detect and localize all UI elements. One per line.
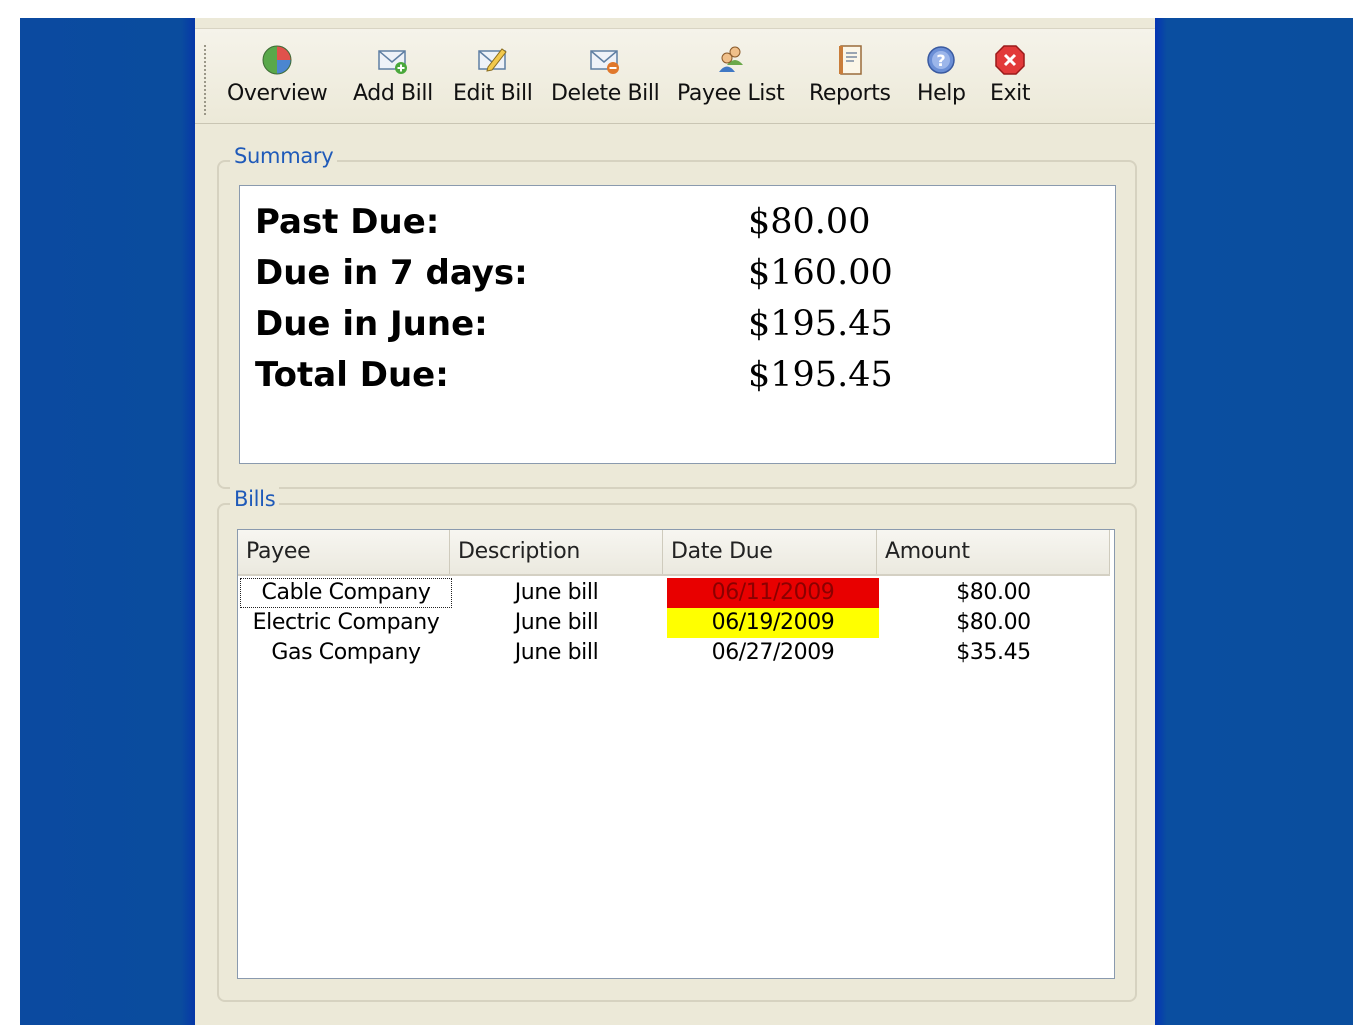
exit-button[interactable]: Exit <box>990 43 1030 115</box>
column-header-payee[interactable]: Payee <box>238 530 450 574</box>
due-june-value: $195.45 <box>748 304 893 344</box>
notebook-icon <box>838 45 862 75</box>
summary-panel: Past Due: $80.00 Due in 7 days: $160.00 … <box>239 185 1116 464</box>
date-due-cell-due-soon: 06/19/2009 <box>667 608 879 638</box>
desktop-background-left <box>20 18 195 1025</box>
due-7-days-value: $160.00 <box>748 253 893 293</box>
add-bill-button[interactable]: Add Bill <box>353 43 433 115</box>
table-row[interactable]: Cable Company June bill 06/11/2009 $80.0… <box>238 578 1110 608</box>
due-7-days-label: Due in 7 days: <box>255 253 528 293</box>
description-cell: June bill <box>514 610 599 635</box>
edit-bill-label: Edit Bill <box>453 81 533 106</box>
table-row[interactable]: Gas Company June bill 06/27/2009 $35.45 <box>238 638 1110 668</box>
total-due-value: $195.45 <box>748 355 893 395</box>
table-row[interactable]: Electric Company June bill 06/19/2009 $8… <box>238 608 1110 638</box>
reports-button[interactable]: Reports <box>809 43 891 115</box>
help-label: Help <box>917 81 966 106</box>
total-due-label: Total Due: <box>255 355 449 395</box>
help-button[interactable]: ? Help <box>917 43 966 115</box>
edit-bill-button[interactable]: Edit Bill <box>453 43 533 115</box>
past-due-value: $80.00 <box>748 202 871 242</box>
people-icon <box>718 46 743 72</box>
past-due-label: Past Due: <box>255 202 440 242</box>
delete-bill-button[interactable]: Delete Bill <box>551 43 660 115</box>
column-header-description[interactable]: Description <box>450 530 663 574</box>
amount-cell: $35.45 <box>956 640 1031 665</box>
toolbar: Overview Add Bill Edit Bill Delete Bill … <box>195 29 1155 124</box>
description-cell: June bill <box>514 580 599 605</box>
payee-cell: Cable Company <box>240 578 452 608</box>
summary-group-title: Summary <box>230 144 338 168</box>
due-june-label: Due in June: <box>255 304 488 344</box>
payee-list-button[interactable]: Payee List <box>677 43 785 115</box>
bill-tracker-window: Overview Add Bill Edit Bill Delete Bill … <box>195 18 1155 1025</box>
bills-list[interactable]: Payee Description Date Due Amount Cable … <box>237 529 1115 979</box>
payee-cell: Gas Company <box>271 640 421 665</box>
bills-list-header: Payee Description Date Due Amount <box>238 530 1110 576</box>
amount-cell: $80.00 <box>956 580 1031 605</box>
add-bill-label: Add Bill <box>353 81 433 106</box>
overview-label: Overview <box>227 81 328 106</box>
delete-bill-label: Delete Bill <box>551 81 660 106</box>
column-header-amount[interactable]: Amount <box>877 530 1110 574</box>
pie-chart-icon <box>262 45 292 75</box>
overview-button[interactable]: Overview <box>227 43 328 115</box>
payee-cell: Electric Company <box>252 610 440 635</box>
exit-icon <box>995 45 1025 75</box>
date-due-cell-past-due: 06/11/2009 <box>667 578 879 608</box>
payee-list-label: Payee List <box>677 81 785 106</box>
description-cell: June bill <box>514 640 599 665</box>
column-header-date-due[interactable]: Date Due <box>663 530 877 574</box>
help-icon: ? <box>927 46 956 74</box>
exit-label: Exit <box>990 81 1031 106</box>
envelope-add-icon <box>378 50 407 74</box>
desktop-background-right <box>1155 18 1353 1025</box>
date-due-cell: 06/27/2009 <box>711 640 835 665</box>
amount-cell: $80.00 <box>956 610 1031 635</box>
toolbar-grip[interactable] <box>204 45 206 115</box>
bills-group-title: Bills <box>230 487 280 511</box>
window-top-edge <box>195 18 1155 29</box>
svg-text:?: ? <box>937 51 946 70</box>
envelope-edit-icon <box>477 48 507 72</box>
reports-label: Reports <box>809 81 891 106</box>
envelope-delete-icon <box>590 50 620 74</box>
